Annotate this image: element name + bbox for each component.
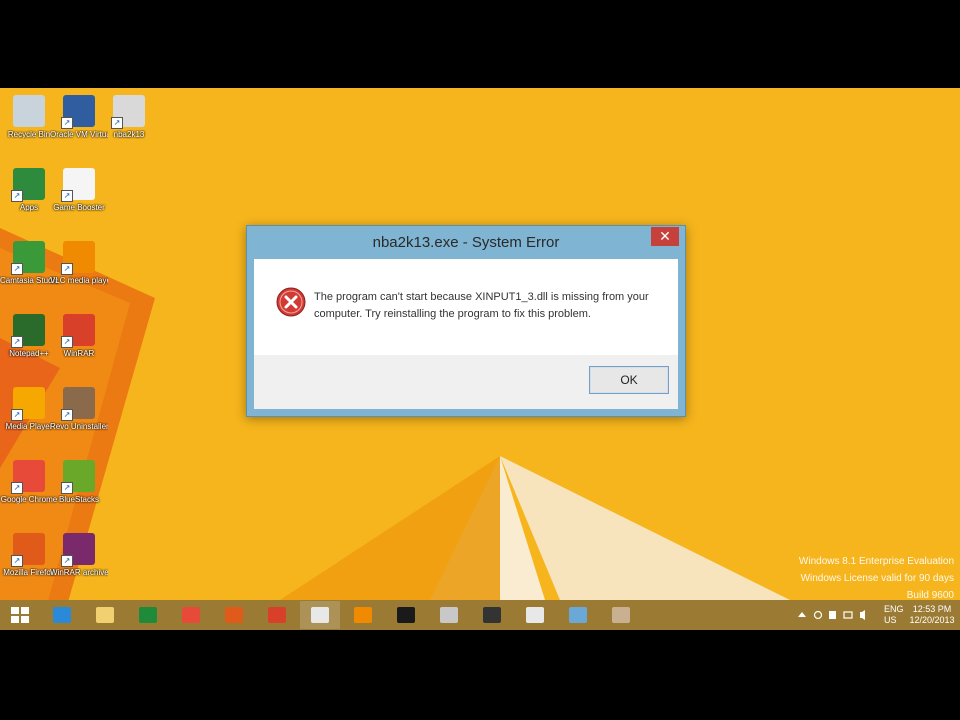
start-button[interactable]: [0, 601, 40, 629]
uninstaller-icon: ↗: [61, 387, 95, 421]
action-center-icon: [829, 611, 836, 619]
bluestacks-icon: ↗: [61, 460, 95, 494]
clock[interactable]: 12:53 PM 12/20/2013: [906, 604, 958, 630]
desktop-icon[interactable]: ↗ Revo Uninstaller: [50, 387, 108, 431]
firefox-icon: [225, 607, 243, 623]
windows-logo-icon: [11, 607, 29, 623]
battery-icon: [843, 611, 853, 619]
vlc-icon: ↗: [61, 241, 95, 275]
desktop-icon[interactable]: ↗ Game Booster: [50, 168, 108, 212]
volume-icon: [860, 610, 865, 620]
recycle-bin-icon: [13, 95, 45, 127]
watermark-line-2: Windows License valid for 90 days: [800, 573, 954, 584]
system-tray-icons[interactable]: [796, 609, 876, 621]
internet-explorer-icon: [53, 607, 71, 623]
office-icon: [268, 607, 286, 623]
language-code: ENG: [884, 604, 904, 614]
shortcut-arrow-icon: ↗: [11, 336, 23, 348]
calculator-button[interactable]: [515, 601, 555, 629]
folder-icon: [96, 607, 114, 623]
virtualbox-icon: [483, 607, 501, 623]
shortcut-arrow-icon: ↗: [11, 409, 23, 421]
editor-icon: ↗: [11, 314, 45, 348]
app-button[interactable]: [601, 601, 641, 629]
virtualbox-icon: ↗: [61, 95, 95, 129]
clock-time: 12:53 PM: [912, 604, 952, 614]
region-code: US: [884, 615, 897, 625]
error-icon: [276, 287, 306, 317]
shortcut-arrow-icon: ↗: [61, 336, 73, 348]
booster-icon: ↗: [61, 168, 95, 202]
desktop: Recycle Bin↗Oracle VM VirtualBox↗nba2k13…: [0, 88, 960, 630]
desktop-icon-label: Revo Uninstaller: [50, 422, 108, 431]
office-icon: ↗: [61, 314, 95, 348]
desktop-icon-label: WinRAR: [63, 349, 95, 358]
desktop-icon-label: Game Booster: [53, 203, 105, 212]
winrar-icon: ↗: [61, 533, 95, 567]
error-message: The program can't start because XINPUT1_…: [314, 291, 649, 320]
photo-button[interactable]: [558, 601, 598, 629]
shortcut-arrow-icon: ↗: [61, 409, 73, 421]
camtasia-icon: ↗: [11, 241, 45, 275]
desktop-icon-label: nba2k13: [113, 130, 145, 139]
file-explorer-button[interactable]: [85, 601, 125, 629]
shortcut-arrow-icon: ↗: [61, 190, 73, 202]
shortcut-arrow-icon: ↗: [11, 263, 23, 275]
game-icon: ↗: [111, 95, 145, 129]
message-area: The program can't start because XINPUT1_…: [254, 259, 678, 355]
network-icon: [813, 610, 823, 620]
shortcut-arrow-icon: ↗: [11, 555, 23, 567]
chrome-button[interactable]: [171, 601, 211, 629]
media-player-icon: ↗: [11, 387, 45, 421]
language-indicator[interactable]: ENG US: [884, 604, 906, 630]
internet-explorer-button[interactable]: [42, 601, 82, 629]
desktop-icon[interactable]: ↗ VLC media player: [50, 241, 108, 285]
desktop-icon-label: WinRAR archive: [50, 568, 108, 577]
vlc-button[interactable]: [343, 601, 383, 629]
desktop-icon-label: BlueStacks: [58, 495, 100, 504]
desktop-icon-label: VLC media player: [50, 276, 108, 285]
shortcut-arrow-icon: ↗: [61, 263, 73, 275]
shortcut-arrow-icon: ↗: [61, 555, 73, 567]
office-button[interactable]: [257, 601, 297, 629]
chrome-icon: [182, 607, 200, 623]
desktop-icon[interactable]: ↗ WinRAR: [50, 314, 108, 358]
vlc-icon: [354, 607, 372, 623]
shortcut-arrow-icon: ↗: [11, 190, 23, 202]
ok-button[interactable]: OK: [589, 366, 669, 394]
store-icon: [139, 607, 157, 623]
headset-button[interactable]: [386, 601, 426, 629]
desktop-icon[interactable]: ↗ WinRAR archive: [50, 533, 108, 577]
dialog-title: nba2k13.exe - System Error: [372, 234, 560, 251]
desktop-icon[interactable]: ↗ nba2k13: [100, 95, 158, 139]
chrome-icon: ↗: [11, 460, 45, 494]
nba-dialog-button[interactable]: [300, 601, 340, 629]
desktop-icon[interactable]: ↗ BlueStacks: [50, 460, 108, 504]
paint-button[interactable]: [429, 601, 469, 629]
shortcut-arrow-icon: ↗: [61, 482, 73, 494]
shortcut-arrow-icon: ↗: [61, 117, 73, 129]
apps-icon: ↗: [11, 168, 45, 202]
firefox-icon: ↗: [11, 533, 45, 567]
store-button[interactable]: [128, 601, 168, 629]
virtualbox-button[interactable]: [472, 601, 512, 629]
watermark-line-1: Windows 8.1 Enterprise Evaluation: [798, 556, 954, 567]
close-button[interactable]: ✕: [651, 227, 679, 246]
firefox-button[interactable]: [214, 601, 254, 629]
headset-icon: [397, 607, 415, 623]
show-hidden-icons-icon: [798, 612, 806, 617]
shortcut-arrow-icon: ↗: [11, 482, 23, 494]
window-icon: [311, 607, 329, 623]
paint-icon: [440, 607, 458, 623]
shortcut-arrow-icon: ↗: [111, 117, 123, 129]
calculator-icon: [526, 607, 544, 623]
system-error-dialog: nba2k13.exe - System Error ✕ The program…: [246, 225, 686, 417]
photo-icon: [569, 607, 587, 623]
taskbar: ENG US 12:53 PM 12/20/2013: [0, 600, 960, 630]
clock-date: 12/20/2013: [909, 615, 955, 625]
app-icon: [612, 607, 630, 623]
dialog-body: The program can't start because XINPUT1_…: [254, 259, 678, 409]
